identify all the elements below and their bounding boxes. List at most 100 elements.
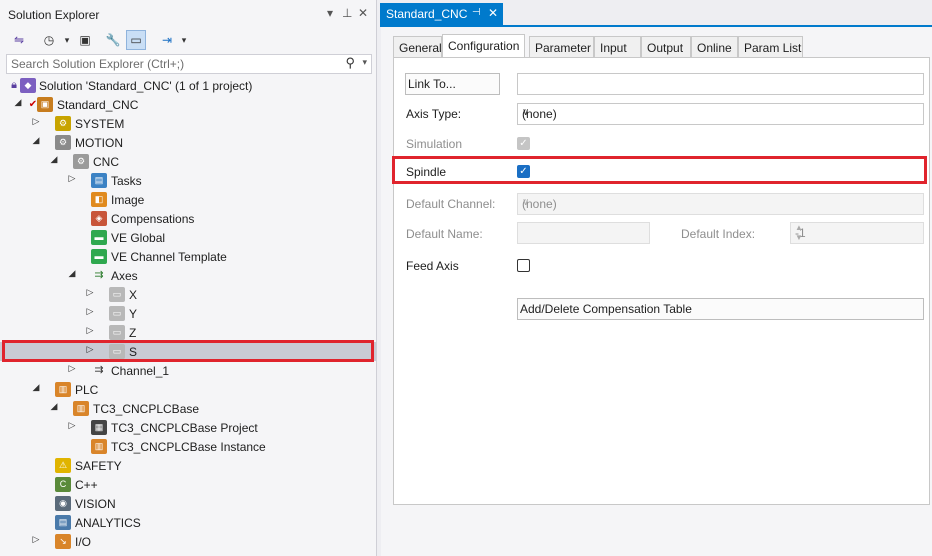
pin-icon[interactable]: ⊣ [472, 7, 481, 18]
expanded-arrow-icon[interactable]: ◢ [49, 401, 59, 412]
tree-item-plc[interactable]: ◢ ▥ PLC [0, 380, 376, 399]
tab-configuration[interactable]: Configuration [442, 34, 525, 57]
collapsed-arrow-icon[interactable]: ▷ [85, 287, 95, 298]
tab-parameter[interactable]: Parameter [529, 36, 594, 58]
tab-param-list[interactable]: Param List [738, 36, 803, 58]
sync-dropdown-chevron-icon[interactable]: ▾ [175, 31, 193, 49]
tree-item-label: TC3_CNCPLCBase [93, 402, 200, 416]
tree-item-standard-cnc[interactable]: ◢ ✔ ▣ Standard_CNC [0, 95, 376, 114]
default-channel-select[interactable]: (none) ∨ [517, 193, 924, 215]
tree-item-tc3-cncplcbase-project[interactable]: ▷ ▦ TC3_CNCPLCBase Project [0, 418, 376, 437]
tree-item-tasks[interactable]: ▷ ▤ Tasks [0, 171, 376, 190]
cpp-icon: C [55, 477, 71, 492]
collapsed-arrow-icon[interactable]: ▷ [31, 534, 41, 545]
tab-output[interactable]: Output [641, 36, 691, 58]
collapsed-arrow-icon[interactable]: ▷ [85, 325, 95, 336]
properties-wrench-icon[interactable]: 🔧 [104, 31, 122, 49]
tree-item-label: ANALYTICS [75, 516, 141, 530]
simulation-checkbox[interactable]: ✓ [517, 137, 530, 150]
search-icon[interactable]: ⚲ [345, 55, 355, 71]
tree-item-ve-channel-template[interactable]: ▬ VE Channel Template [0, 247, 376, 266]
switch-views-icon[interactable]: ⇋ [10, 31, 28, 49]
tree-item-analytics[interactable]: ▤ ANALYTICS [0, 513, 376, 532]
tree-item-axis-x[interactable]: ▷ ▭ X [0, 285, 376, 304]
plc-sub-project-icon: ▦ [91, 420, 107, 435]
close-icon[interactable]: ✕ [488, 6, 498, 20]
preview-selected-icon[interactable]: ▭ [126, 30, 146, 50]
collapsed-arrow-icon[interactable]: ▷ [67, 173, 77, 184]
search-placeholder: Search Solution Explorer (Ctrl+;) [11, 57, 185, 71]
tree-item-ve-global[interactable]: ▬ VE Global [0, 228, 376, 247]
collapsed-arrow-icon[interactable]: ▷ [85, 306, 95, 317]
tree-item-solution[interactable]: 🔒︎ ◆ Solution 'Standard_CNC' (1 of 1 pro… [0, 76, 376, 95]
sync-with-document-icon[interactable]: ⇥ [158, 31, 176, 49]
tree-item-io[interactable]: ▷ ↘ I/O [0, 532, 376, 551]
solution-explorer-toolbar: ⇋ ◷ ▾ ▣ 🔧 ▭ ⇥ ▾ [0, 28, 376, 52]
tab-label: General [399, 41, 442, 55]
tree-item-channel-1[interactable]: ▷ ⇉ Channel_1 [0, 361, 376, 380]
motion-icon: ⚙ [55, 135, 71, 150]
document-tab-standard-cnc[interactable]: Standard_CNC ⊣ ✕ [380, 3, 503, 25]
tree-item-label: Standard_CNC [57, 98, 139, 112]
default-index-stepper[interactable]: -1 ▲ ▼ [790, 222, 924, 244]
tree-item-axis-y[interactable]: ▷ ▭ Y [0, 304, 376, 323]
tree-item-vision[interactable]: ◉ VISION [0, 494, 376, 513]
tree-item-safety[interactable]: ⚠ SAFETY [0, 456, 376, 475]
collapse-all-icon[interactable]: ▣ [76, 31, 94, 49]
tree-item-axis-z[interactable]: ▷ ▭ Z [0, 323, 376, 342]
axis-type-select[interactable]: (none) ∨ [517, 103, 924, 125]
tab-online[interactable]: Online [691, 36, 738, 58]
stepper-up-icon[interactable]: ▲ [795, 223, 919, 232]
default-name-field[interactable] [517, 222, 650, 244]
pin-icon[interactable]: ⊥ [342, 6, 352, 20]
collapsed-arrow-icon[interactable]: ▷ [85, 344, 95, 355]
search-input[interactable]: Search Solution Explorer (Ctrl+;) ⚲ ▾ [6, 54, 372, 74]
collapsed-arrow-icon[interactable]: ▷ [67, 363, 77, 374]
history-dropdown-chevron-icon[interactable]: ▾ [58, 31, 76, 49]
tree-item-axes[interactable]: ◢ ⇉ Axes [0, 266, 376, 285]
vision-icon: ◉ [55, 496, 71, 511]
collapsed-arrow-icon[interactable]: ▷ [31, 116, 41, 127]
tree-item-system[interactable]: ▷ ⚙ SYSTEM [0, 114, 376, 133]
tab-general[interactable]: General [393, 36, 442, 58]
feed-axis-checkbox[interactable] [517, 259, 530, 272]
expanded-arrow-icon[interactable]: ◢ [13, 97, 23, 108]
tree-item-axis-s[interactable]: ▷ ▭ S [0, 342, 376, 361]
link-target-field[interactable] [517, 73, 924, 95]
search-options-chevron-icon[interactable]: ▾ [362, 57, 367, 68]
add-delete-compensation-table-button[interactable]: Add/Delete Compensation Table [517, 298, 924, 320]
plc-project-icon: ▥ [73, 401, 89, 416]
expanded-arrow-icon[interactable]: ◢ [31, 382, 41, 393]
chevron-down-icon: ∨ [522, 107, 530, 118]
link-to-button-label: Link To... [408, 77, 456, 91]
tab-label: Input [600, 41, 627, 55]
plc-icon: ▥ [55, 382, 71, 397]
tree-item-tc3-cncplcbase-instance[interactable]: ▥ TC3_CNCPLCBase Instance [0, 437, 376, 456]
tree-item-label: VE Channel Template [111, 250, 227, 264]
collapsed-arrow-icon[interactable]: ▷ [67, 420, 77, 431]
tree-item-compensations[interactable]: ◈ Compensations [0, 209, 376, 228]
io-icon: ↘ [55, 534, 71, 549]
stepper-down-icon[interactable]: ▼ [795, 233, 919, 242]
axis-icon: ▭ [109, 344, 125, 359]
spindle-checkbox[interactable]: ✓ [517, 165, 530, 178]
default-name-label: Default Name: [406, 227, 483, 241]
close-icon[interactable]: ✕ [358, 6, 368, 20]
chevron-down-icon[interactable]: ▾ [327, 6, 333, 20]
expanded-arrow-icon[interactable]: ◢ [49, 154, 59, 165]
ve-channel-icon: ▬ [91, 249, 107, 264]
tree-item-cnc[interactable]: ◢ ⚙ CNC [0, 152, 376, 171]
default-index-label: Default Index: [681, 227, 756, 241]
system-icon: ⚙ [55, 116, 71, 131]
history-icon[interactable]: ◷ [40, 31, 58, 49]
chevron-down-icon: ∨ [522, 197, 530, 208]
tree-item-image[interactable]: ◧ Image [0, 190, 376, 209]
tree-item-motion[interactable]: ◢ ⚙ MOTION [0, 133, 376, 152]
link-to-button[interactable]: Link To... [405, 73, 500, 95]
expanded-arrow-icon[interactable]: ◢ [31, 135, 41, 146]
expanded-arrow-icon[interactable]: ◢ [67, 268, 77, 279]
tab-input[interactable]: Input [594, 36, 641, 58]
tree-item-cpp[interactable]: C C++ [0, 475, 376, 494]
tree-item-label: TC3_CNCPLCBase Instance [111, 440, 266, 454]
tree-item-tc3-cncplcbase[interactable]: ◢ ▥ TC3_CNCPLCBase [0, 399, 376, 418]
